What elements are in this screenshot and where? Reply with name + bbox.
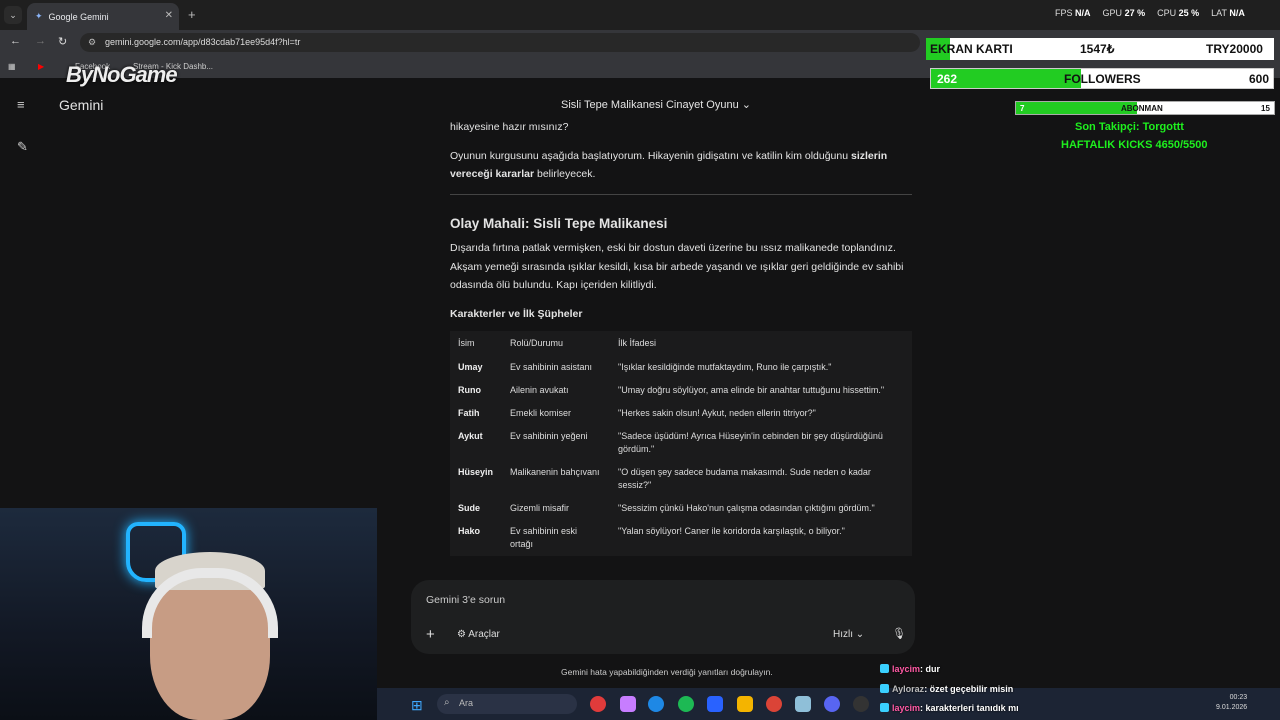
chevron-down-icon: ⌄ — [855, 629, 865, 640]
stream-logo: ByNoGame — [66, 62, 178, 87]
tab-title: Google Gemini — [48, 11, 109, 22]
copilot-icon[interactable] — [620, 696, 636, 712]
model-mode-dropdown[interactable]: Hızlı ⌄ — [833, 629, 864, 640]
chat-message: laycim: dur — [880, 664, 940, 674]
table-row: Sude Gizemli misafir "Sessizim çünkü Hako'… — [458, 503, 875, 513]
forward-icon[interactable]: → — [35, 35, 46, 47]
settings-icon[interactable] — [795, 696, 811, 712]
table-row: Aykut Ev sahibinin yeğeni "Sadece üşüdüm! … — [458, 431, 883, 454]
table-header: İsim — [458, 338, 475, 348]
table-header: Rolü/Durumu — [510, 338, 564, 348]
subscriber-progress-fill — [1016, 102, 1138, 114]
taskbar-search[interactable]: ⌕ Ara — [437, 694, 577, 714]
tools-button[interactable]: ⚙ Araçlar — [457, 629, 500, 640]
chat-message: laycim: karakterleri tanıdık mı — [880, 703, 1019, 713]
tab-google-gemini[interactable]: ✦ Google Gemini ✕ — [27, 3, 179, 30]
characters-heading: Karakterler ve İlk Şüpheler — [450, 307, 583, 320]
discord-icon[interactable] — [824, 696, 840, 712]
conversation-title-dropdown[interactable]: Sisli Tepe Malikanesi Cinayet Oyunu ⌄ — [561, 98, 751, 111]
table-row: Hako Ev sahibinin eski ortağı "Yalan söylü… — [458, 526, 845, 549]
store-icon[interactable] — [707, 696, 723, 712]
characters-table: İsim Rolü/Durumu İlk İfadesi Umay Ev sahi… — [450, 331, 912, 556]
youtube-icon[interactable]: ▶ — [38, 62, 44, 71]
weekly-kicks-label: HAFTALIK KICKS 4650/5500 — [1061, 139, 1208, 151]
prompt-input[interactable]: Gemini 3'e sorun — [426, 594, 505, 606]
table-row: Runo Ailenin avukatı "Umay doğru söylüyor,… — [458, 385, 885, 395]
app-name: Gemini — [59, 97, 104, 113]
response-content: hikayesine hazır mısınız? Oyunun kurgusu… — [450, 118, 912, 556]
back-icon[interactable]: ← — [10, 35, 21, 47]
edge-icon[interactable] — [648, 696, 664, 712]
prompt-composer[interactable]: Gemini 3'e sorun + ⚙ Araçlar Hızlı ⌄ 🎙 — [411, 580, 915, 654]
add-attachment-icon[interactable]: + — [426, 626, 435, 643]
partial-line: hikayesine hazır mısınız? — [450, 121, 569, 133]
media-app-icon[interactable] — [590, 696, 606, 712]
menu-icon[interactable]: ≡ — [17, 97, 25, 112]
sliders-icon: ⚙ — [457, 629, 466, 640]
donation-goal-card: EKRAN KARTI 1547₺ TRY20000 — [926, 38, 1274, 60]
last-follower-label: Son Takipçi: Torgottt — [1075, 121, 1184, 133]
file-explorer-icon[interactable] — [737, 696, 753, 712]
table-row: Fatih Emekli komiser "Herkes sakin olsun! … — [458, 408, 816, 418]
new-chat-icon[interactable]: ✎ — [17, 139, 28, 155]
microphone-icon[interactable]: 🎙 — [892, 627, 906, 640]
reload-icon[interactable]: ↻ — [58, 35, 67, 48]
taskbar-clock[interactable]: 00:23 9.01.2026 — [1216, 693, 1247, 713]
steam-icon[interactable] — [853, 696, 869, 712]
scene-heading: Olay Mahali: Sisli Tepe Malikanesi — [450, 215, 668, 231]
url-text: gemini.google.com/app/d83cdab71ee95d4f?h… — [105, 37, 301, 47]
close-tab-icon[interactable]: ✕ — [165, 10, 173, 21]
scene-paragraph: Dışarıda fırtına patlak vermişken, eski … — [450, 242, 904, 291]
intro-paragraph: Oyunun kurgusunu aşağıda başlatıyorum. H… — [450, 149, 888, 181]
chat-badge-icon — [880, 703, 889, 712]
chevron-down-icon: ⌄ — [741, 99, 751, 111]
windows-start-icon[interactable]: ⊞ — [411, 697, 423, 714]
gemini-favicon-icon: ✦ — [35, 11, 43, 21]
followers-goal-bar: 262 FOLLOWERS 600 — [930, 68, 1274, 89]
disclaimer-text: Gemini hata yapabildiğinden verdiği yanı… — [561, 667, 773, 677]
table-header: İlk İfadesi — [618, 338, 657, 348]
performance-stats: FPS N/A GPU 27 % CPU 25 % LAT N/A — [1055, 8, 1245, 18]
url-field[interactable]: ⚙ gemini.google.com/app/d83cdab71ee95d4f… — [80, 33, 920, 52]
chat-badge-icon — [880, 664, 889, 673]
apps-icon[interactable]: ▦ — [8, 62, 16, 71]
chat-badge-icon — [880, 684, 889, 693]
divider — [450, 193, 912, 195]
tab-search-button[interactable]: ⌄ — [4, 6, 22, 24]
search-icon: ⌕ — [444, 697, 450, 708]
site-settings-icon[interactable]: ⚙ — [88, 37, 96, 48]
subscriber-goal-bar: 7 ABONMAN 15 — [1015, 101, 1275, 115]
table-row: Hüseyin Malikanenin bahçıvanı "O düşen şey… — [458, 467, 871, 490]
spotify-icon[interactable] — [678, 696, 694, 712]
new-tab-button[interactable]: + — [188, 7, 196, 22]
chrome-icon[interactable] — [766, 696, 782, 712]
table-row: Umay Ev sahibinin asistanı "Işıklar kesild… — [458, 362, 832, 372]
chat-message: Ayloraz: özet geçebilir misin — [880, 684, 1013, 694]
